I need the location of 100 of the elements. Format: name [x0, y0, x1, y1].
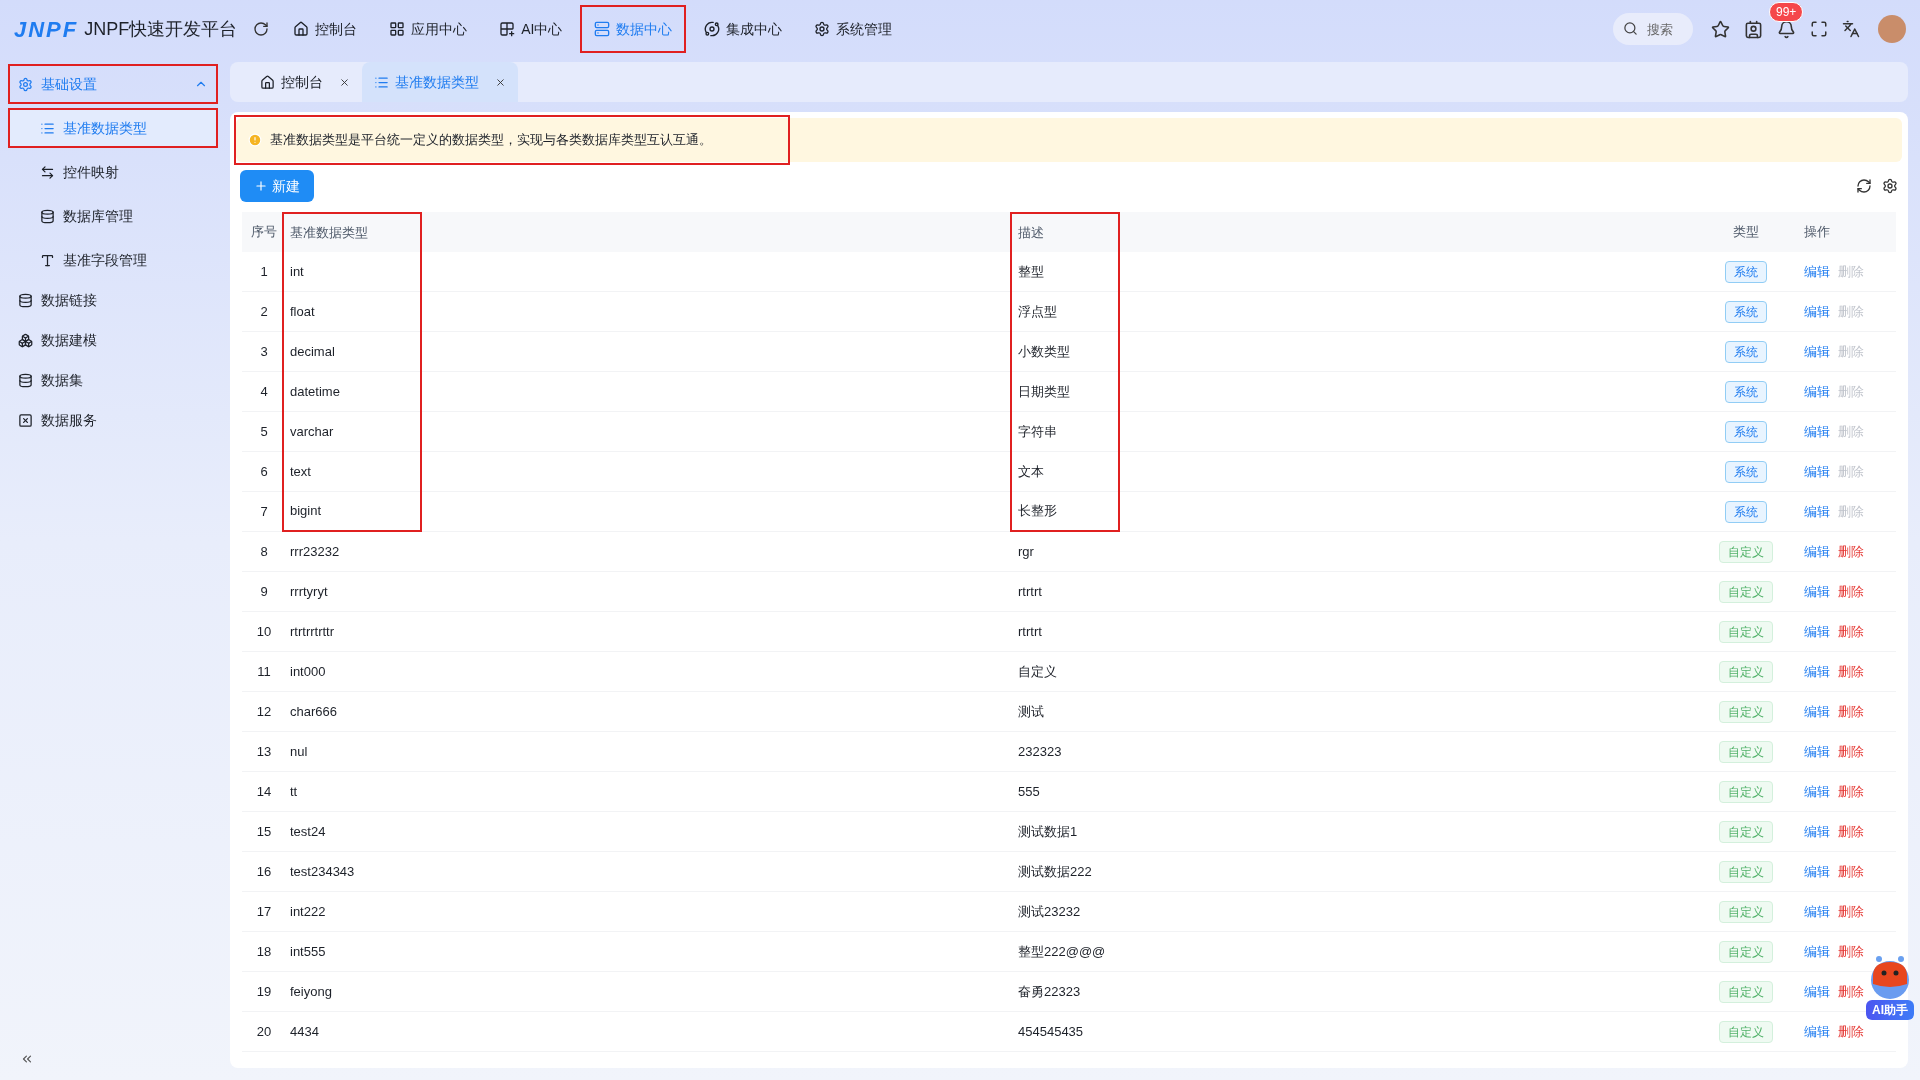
type-tag: 自定义 — [1719, 700, 1773, 723]
delete-link[interactable]: 删除 — [1838, 741, 1864, 762]
table-cell-text: 4 — [260, 382, 268, 401]
delete-link[interactable]: 删除 — [1838, 901, 1864, 922]
warning-icon — [248, 133, 262, 147]
table-cell-text: 14 — [256, 782, 272, 801]
grid-plus-icon — [499, 21, 516, 37]
edit-link[interactable]: 编辑 — [1804, 661, 1830, 682]
edit-link[interactable]: 编辑 — [1804, 781, 1830, 802]
sidebar-group[interactable]: 数据建模 — [8, 320, 218, 360]
table-cell: 浮点型 — [1010, 291, 1120, 332]
table-cell-text: 17 — [256, 902, 272, 921]
edit-link[interactable]: 编辑 — [1804, 861, 1830, 882]
bell-icon[interactable] — [1777, 19, 1796, 39]
edit-link[interactable]: 编辑 — [1804, 581, 1830, 602]
column-header: 描述 — [1010, 212, 1120, 252]
tab[interactable]: 基准数据类型 — [362, 62, 518, 102]
sidebar-group[interactable]: 基础设置 — [8, 64, 218, 104]
table-cell-text: int222 — [289, 902, 327, 921]
delete-link[interactable]: 删除 — [1838, 981, 1864, 1002]
delete-link[interactable]: 删除 — [1838, 821, 1864, 842]
search-field[interactable]: 搜索 — [1613, 13, 1693, 45]
table-cell-text: 454545435 — [1017, 1022, 1085, 1041]
gear-icon — [18, 76, 33, 92]
delete-link[interactable]: 删除 — [1838, 701, 1864, 722]
table-cell-text: 16 — [256, 862, 272, 881]
delete-link[interactable]: 删除 — [1838, 661, 1864, 682]
edit-link[interactable]: 编辑 — [1804, 981, 1830, 1002]
sidebar-item[interactable]: 基准数据类型 — [8, 108, 218, 148]
grid-icon — [389, 21, 406, 37]
database-icon — [18, 372, 33, 388]
new-button[interactable]: 新建 — [240, 170, 314, 202]
type-tag: 自定义 — [1719, 860, 1773, 883]
nav-item[interactable]: 系统管理 — [800, 5, 907, 53]
type-tag: 系统 — [1725, 380, 1767, 403]
ai-assistant[interactable]: AI助手 — [1866, 954, 1914, 1020]
delete-link[interactable]: 删除 — [1838, 581, 1864, 602]
table-cell-text: char666 — [289, 702, 338, 721]
table-cell: int — [282, 251, 422, 292]
table-cell-text: test234343 — [289, 862, 356, 881]
table-cell: 小数类型 — [1010, 331, 1120, 372]
tab[interactable]: 控制台 — [248, 62, 362, 102]
refresh-icon[interactable] — [1856, 178, 1872, 194]
translate-icon[interactable] — [1842, 20, 1860, 38]
delete-link[interactable]: 删除 — [1838, 861, 1864, 882]
table-cell-text: 测试 — [1017, 702, 1045, 721]
sidebar-item[interactable]: 数据库管理 — [8, 196, 218, 236]
table-cell-text: 4434 — [289, 1022, 320, 1041]
gear-icon[interactable] — [1882, 178, 1898, 194]
table-cell-text: 11 — [257, 662, 271, 681]
nav-item[interactable]: 数据中心 — [580, 5, 687, 53]
delete-link[interactable]: 删除 — [1838, 1021, 1864, 1042]
table-cell-text: 自定义 — [1017, 662, 1058, 681]
notification-badge: 99+ — [1769, 1, 1804, 22]
close-icon[interactable] — [339, 76, 350, 88]
column-header: 类型 — [1733, 223, 1759, 242]
sidebar-group[interactable]: 数据链接 — [8, 280, 218, 320]
table-cell-text: 5 — [260, 422, 268, 441]
nav-item[interactable]: 应用中心 — [375, 5, 482, 53]
sidebar-item[interactable]: 基准字段管理 — [8, 240, 218, 280]
edit-link[interactable]: 编辑 — [1804, 941, 1830, 962]
column-header: 操作 — [1804, 223, 1830, 242]
delete-link[interactable]: 删除 — [1838, 941, 1864, 962]
list-icon — [374, 74, 389, 90]
table-cell-text: rgr — [1017, 542, 1035, 561]
nav-item[interactable]: 控制台 — [279, 5, 372, 53]
edit-link[interactable]: 编辑 — [1804, 621, 1830, 642]
edit-link[interactable]: 编辑 — [1804, 541, 1830, 562]
contact-card-icon[interactable] — [1744, 19, 1763, 39]
table-cell-text: feiyong — [289, 982, 333, 1001]
fullscreen-icon[interactable] — [1810, 20, 1828, 38]
edit-link[interactable]: 编辑 — [1804, 741, 1830, 762]
collapse-icon[interactable] — [20, 1052, 34, 1066]
close-icon[interactable] — [495, 76, 506, 88]
delete-link[interactable]: 删除 — [1838, 541, 1864, 562]
type-tag: 系统 — [1725, 340, 1767, 363]
edit-link[interactable]: 编辑 — [1804, 701, 1830, 722]
sidebar-group[interactable]: 数据集 — [8, 360, 218, 400]
star-icon[interactable] — [1711, 19, 1730, 39]
orbit-icon — [704, 21, 721, 37]
type-tag: 自定义 — [1719, 940, 1773, 963]
type-tag: 自定义 — [1719, 900, 1773, 923]
edit-link[interactable]: 编辑 — [1804, 1021, 1830, 1042]
table-cell-text: rtrtrt — [1017, 582, 1043, 601]
delete-link[interactable]: 删除 — [1838, 621, 1864, 642]
table-cell-text: 8 — [260, 542, 268, 561]
delete-link[interactable]: 删除 — [1838, 781, 1864, 802]
table-cell-text: 555 — [1017, 782, 1041, 801]
logo: JNPF — [14, 15, 79, 44]
refresh-icon[interactable] — [253, 21, 270, 37]
table-cell-text: rrr23232 — [289, 542, 341, 561]
nav-item[interactable]: AI中心 — [485, 5, 577, 53]
sidebar-item[interactable]: 控件映射 — [8, 152, 218, 192]
text-icon — [40, 252, 55, 268]
server-icon — [594, 21, 611, 37]
sidebar-group[interactable]: 数据服务 — [8, 400, 218, 440]
edit-link[interactable]: 编辑 — [1804, 901, 1830, 922]
nav-item[interactable]: 集成中心 — [690, 5, 797, 53]
type-tag: 自定义 — [1719, 1020, 1773, 1043]
edit-link[interactable]: 编辑 — [1804, 821, 1830, 842]
